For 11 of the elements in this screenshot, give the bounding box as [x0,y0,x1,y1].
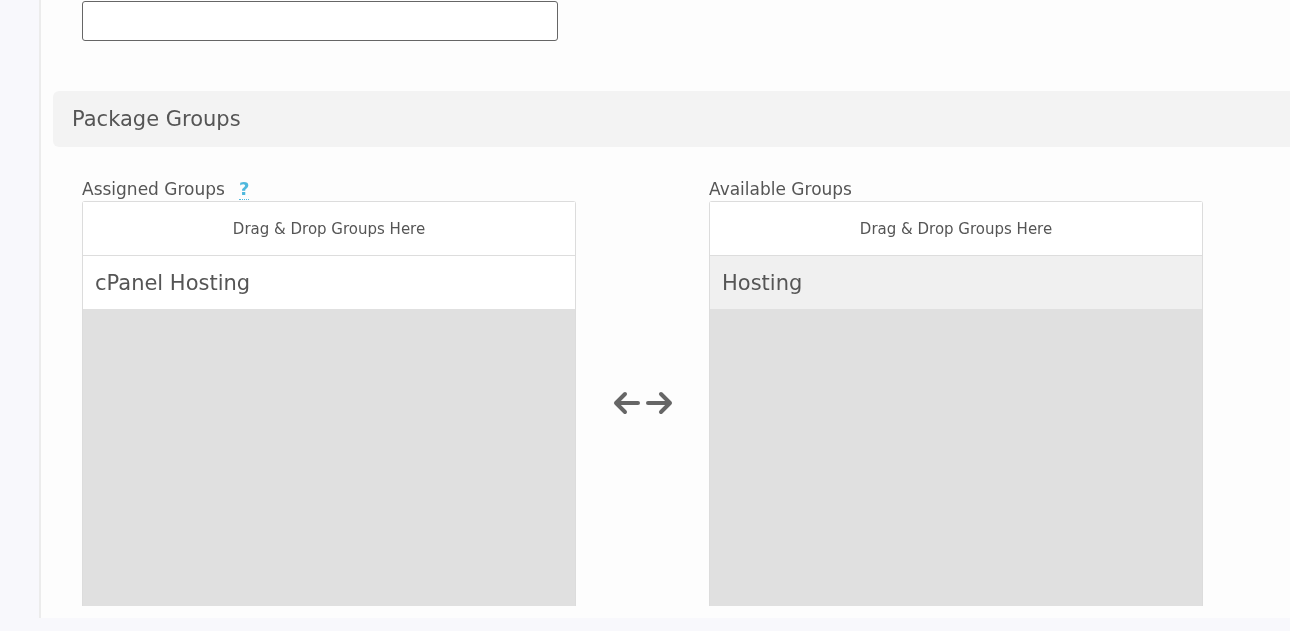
section-title: Package Groups [72,107,241,131]
left-right-arrows-icon [611,390,674,416]
group-item[interactable]: cPanel Hosting [83,256,575,309]
drop-hint: Drag & Drop Groups Here [83,202,575,256]
list-label: Available Groups [709,179,852,199]
input-field[interactable] [82,1,558,41]
group-item[interactable]: Hosting [710,256,1202,309]
list-label: Assigned Groups [82,179,225,199]
drop-hint: Drag & Drop Groups Here [710,202,1202,256]
group-drop-zone[interactable]: Drag & Drop Groups Here Hosting [709,201,1203,606]
group-drop-zone[interactable]: Drag & Drop Groups Here cPanel Hosting [82,201,576,606]
